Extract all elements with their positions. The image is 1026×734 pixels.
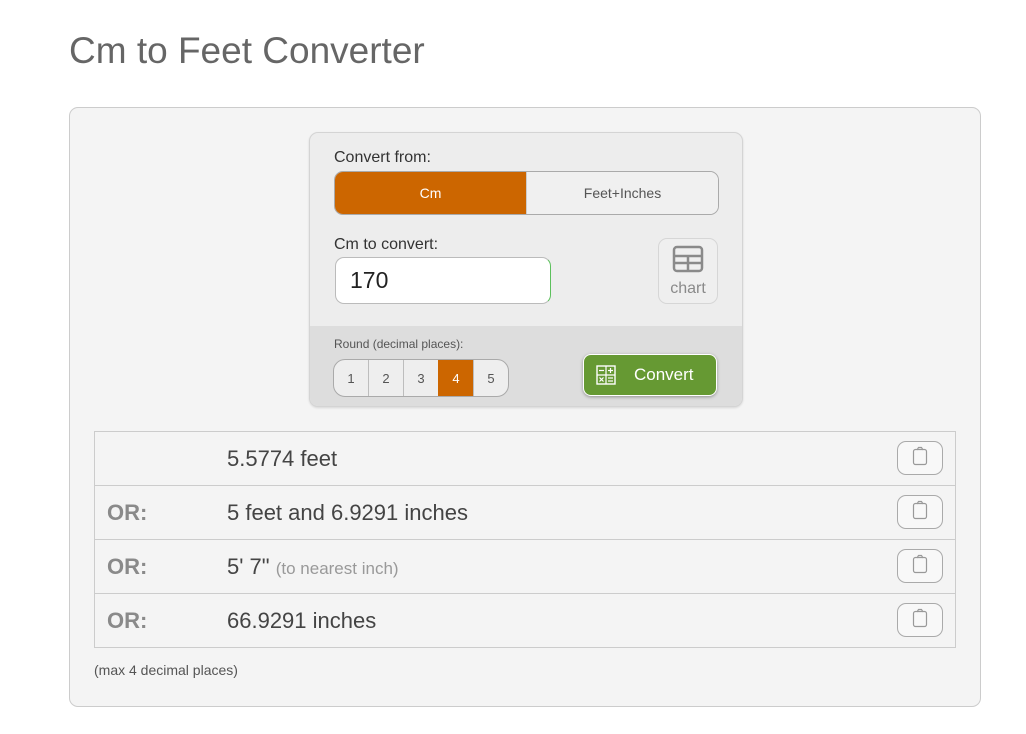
chart-button[interactable]: chart <box>658 238 718 304</box>
table-icon <box>672 245 704 278</box>
result-value-wrap: 5' 7" (to nearest inch) <box>227 554 399 580</box>
round-section: Round (decimal places): 1 2 3 4 5 Conver… <box>310 326 742 406</box>
convert-button-label: Convert <box>634 365 694 384</box>
cm-input[interactable] <box>335 257 551 304</box>
result-prefix: OR: <box>107 554 148 579</box>
round-label: Round (decimal places): <box>334 337 464 351</box>
chart-button-label: chart <box>670 279 706 297</box>
result-row-feet: 5.5774 feet <box>95 432 955 485</box>
result-prefix: OR: <box>107 608 148 633</box>
results-table: 5.5774 feet OR: 5 feet and 6.9291 inches… <box>94 431 956 648</box>
result-value: 5 feet and 6.9291 inches <box>227 500 468 525</box>
copy-button[interactable] <box>897 549 943 583</box>
convert-from-label: Convert from: <box>334 149 431 166</box>
convert-button[interactable]: Convert <box>583 354 717 396</box>
result-row-feet-inches: OR: 5 feet and 6.9291 inches <box>95 485 955 539</box>
result-value: 5.5774 feet <box>227 446 338 471</box>
clipboard-icon <box>912 446 928 471</box>
clipboard-icon <box>912 608 928 633</box>
round-option-2[interactable]: 2 <box>368 360 403 396</box>
round-option-4[interactable]: 4 <box>438 360 473 396</box>
clipboard-icon <box>912 500 928 525</box>
result-note: (to nearest inch) <box>275 559 399 578</box>
page-title: Cm to Feet Converter <box>69 30 425 71</box>
result-row-inches: OR: 66.9291 inches <box>95 593 955 647</box>
copy-button[interactable] <box>897 603 943 637</box>
round-option-3[interactable]: 3 <box>403 360 438 396</box>
result-row-nearest-inch: OR: 5' 7" (to nearest inch) <box>95 539 955 593</box>
converter-panel: Convert from: Cm Feet+Inches Cm to conve… <box>69 107 981 707</box>
result-prefix: OR: <box>107 500 148 525</box>
result-value: 5' 7" <box>227 554 270 579</box>
round-option-1[interactable]: 1 <box>334 360 368 396</box>
unit-option-feet-inches[interactable]: Feet+Inches <box>526 172 718 214</box>
copy-button[interactable] <box>897 441 943 475</box>
footnote: (max 4 decimal places) <box>94 662 238 678</box>
calculator-box: Convert from: Cm Feet+Inches Cm to conve… <box>309 132 743 407</box>
unit-selector: Cm Feet+Inches <box>334 171 719 215</box>
result-value: 66.9291 inches <box>227 608 377 633</box>
input-label: Cm to convert: <box>334 236 439 253</box>
round-option-5[interactable]: 5 <box>473 360 508 396</box>
round-selector: 1 2 3 4 5 <box>333 359 509 397</box>
clipboard-icon <box>912 554 928 579</box>
calculator-icon <box>596 365 616 385</box>
copy-button[interactable] <box>897 495 943 529</box>
unit-option-cm[interactable]: Cm <box>335 172 526 214</box>
